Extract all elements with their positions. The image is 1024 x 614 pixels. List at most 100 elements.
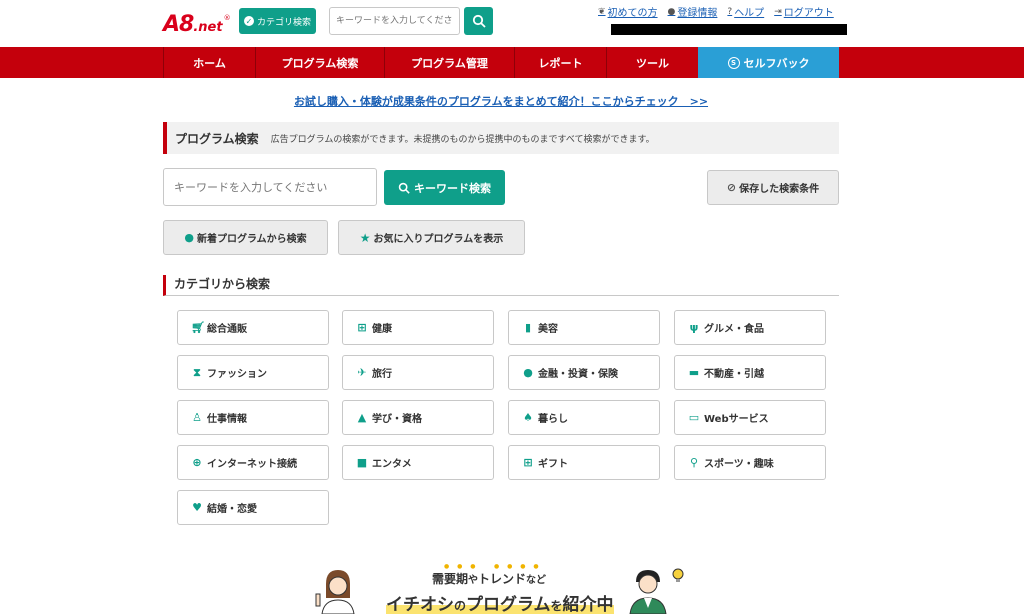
link-logout-label: ログアウト [783,8,834,19]
worker-icon: ♙ [192,411,202,424]
airplane-icon: ✈ [357,366,367,379]
racket-icon: ⚲ [689,456,699,469]
promo-banner: お試し購入・体験が成果条件のプログラムをまとめて紹介！ここからチェック >> [0,93,1002,109]
nav-program-management[interactable]: プログラム管理 [384,47,514,78]
decor-dots: ● ● ● [444,563,479,570]
nav-self-back-label: セルフバック [743,56,810,70]
promo-link[interactable]: お試し購入・体験が成果条件のプログラムをまとめて紹介！ここからチェック >> [294,95,708,108]
paperclip-icon: ⊘ [726,181,737,194]
banner-text: イチオシ [386,595,454,614]
link-help-label: ヘルプ [734,8,765,19]
link-logout[interactable]: ⇥ ログアウト [774,4,834,20]
category-label: 仕事情報 [207,414,247,425]
header-search-button[interactable] [464,7,493,35]
search-icon [472,14,486,28]
category-web-services[interactable]: ▭ Webサービス [674,400,826,435]
dress-icon: ⧗ [193,365,201,379]
program-search-header: プログラム検索 広告プログラムの検索ができます。未提携のものから提携中のものまで… [163,122,839,154]
nav-tool[interactable]: ツール [606,47,698,78]
section-description: 広告プログラムの検索ができます。未提携のものから提携中のものまですべて検索ができ… [270,134,655,145]
cart-icon: 🛒︎ [191,321,205,334]
graduation-cap-icon: ▲ [357,411,367,424]
logo-registered: ® [223,14,231,22]
category-beauty[interactable]: ▮ 美容 [508,310,660,345]
keyword-search-label: キーワード検索 [414,181,491,195]
category-internet[interactable]: ⊕ インターネット接続 [177,445,329,480]
a8net-logo[interactable]: A8 .net ® [163,10,231,36]
globe-icon: ⊕ [192,456,202,469]
category-search-label: カテゴリ検索 [256,17,311,28]
user-icon: ● [667,6,676,17]
logout-icon: ⇥ [774,6,782,17]
man-illustration-icon [629,568,684,614]
category-jobs[interactable]: ♙ 仕事情報 [177,400,329,435]
medical-box-icon: ⊞ [357,321,367,334]
category-travel[interactable]: ✈ 旅行 [342,355,494,390]
category-label: グルメ・食品 [704,324,764,335]
banner-line2: イチオシのプログラムを紹介中 [386,590,614,614]
decor-dots: ● ● ● ● [494,563,542,570]
category-fashion[interactable]: ⧗ ファッション [177,355,329,390]
banner-text: を [550,599,563,613]
category-label: 学び・資格 [372,414,422,425]
top-links: ❦ 初めての方 ● 登録情報 ? ヘルプ ⇥ ログアウト [598,4,834,20]
category-health[interactable]: ⊞ 健康 [342,310,494,345]
nav-program-search[interactable]: プログラム検索 [255,47,384,78]
bottle-icon: ▮ [524,321,532,334]
woman-illustration-icon [315,570,355,614]
tree-icon: ♠ [523,411,533,424]
category-learning[interactable]: ▲ 学び・資格 [342,400,494,435]
search-icon [398,182,410,194]
category-general-shopping[interactable]: 🛒︎ 総合通販 [177,310,329,345]
section-title: プログラム検索 [175,131,259,146]
favorite-programs-label: お気に入りプログラムを表示 [373,234,504,245]
banner-text: など [526,575,547,586]
category-real-estate[interactable]: ▬ 不動産・引越 [674,355,826,390]
category-label: 結婚・恋愛 [207,504,257,515]
nav-self-back[interactable]: S セルフバック [698,47,839,78]
camera-icon: ■ [356,456,368,469]
category-label: 総合通販 [207,324,247,335]
saved-search-conditions-button[interactable]: ⊘ 保存した検索条件 [707,170,839,205]
category-label: 金融・投資・保険 [538,369,618,380]
monitor-icon: ▭ [688,411,700,424]
banner-text: トレンド [478,572,527,586]
category-label: Webサービス [704,414,769,425]
category-search-button[interactable]: ✓ カテゴリ検索 [239,8,316,34]
header-search-input[interactable] [329,7,460,35]
keyword-input[interactable] [163,168,377,206]
category-label: 健康 [372,324,392,335]
link-beginner[interactable]: ❦ 初めての方 [598,4,658,20]
category-label: 美容 [538,324,558,335]
category-label: スポーツ・趣味 [704,459,774,470]
category-label: 不動産・引越 [704,369,764,380]
banner-line1: 需要期やトレンドなど [432,570,546,587]
selfback-icon: S [727,56,740,69]
category-gourmet[interactable]: ψ グルメ・食品 [674,310,826,345]
check-circle-icon: ✓ [243,16,254,26]
gift-icon: ⊞ [523,456,533,469]
nav-home[interactable]: ホーム [163,47,255,78]
category-finance[interactable]: ● 金融・投資・保険 [508,355,660,390]
new-programs-button[interactable]: ● 新着プログラムから検索 [163,220,328,255]
category-entertainment[interactable]: ■ エンタメ [342,445,494,480]
banner-text: 需要期 [432,572,469,586]
banner-text: の [454,599,467,613]
cutlery-icon: ψ [689,321,699,334]
keyword-search-button[interactable]: キーワード検索 [384,170,505,205]
category-marriage[interactable]: ♥ 結婚・恋愛 [177,490,329,525]
link-account-info[interactable]: ● 登録情報 [667,4,718,20]
main-nav: ホーム プログラム検索 プログラム管理 レポート ツール S セルフバック [0,47,1024,78]
category-living[interactable]: ♠ 暮らし [508,400,660,435]
category-sports[interactable]: ⚲ スポーツ・趣味 [674,445,826,480]
favorite-programs-button[interactable]: ★ お気に入りプログラムを表示 [338,220,525,255]
link-help[interactable]: ? ヘルプ [727,4,765,20]
help-icon: ? [727,6,733,17]
category-label: 暮らし [538,414,568,425]
category-gift[interactable]: ⊞ ギフト [508,445,660,480]
logo-net: .net [193,20,223,35]
logo-main: A8 [163,12,194,37]
link-beginner-label: 初めての方 [607,8,658,19]
category-label: エンタメ [372,459,412,470]
nav-report[interactable]: レポート [514,47,606,78]
